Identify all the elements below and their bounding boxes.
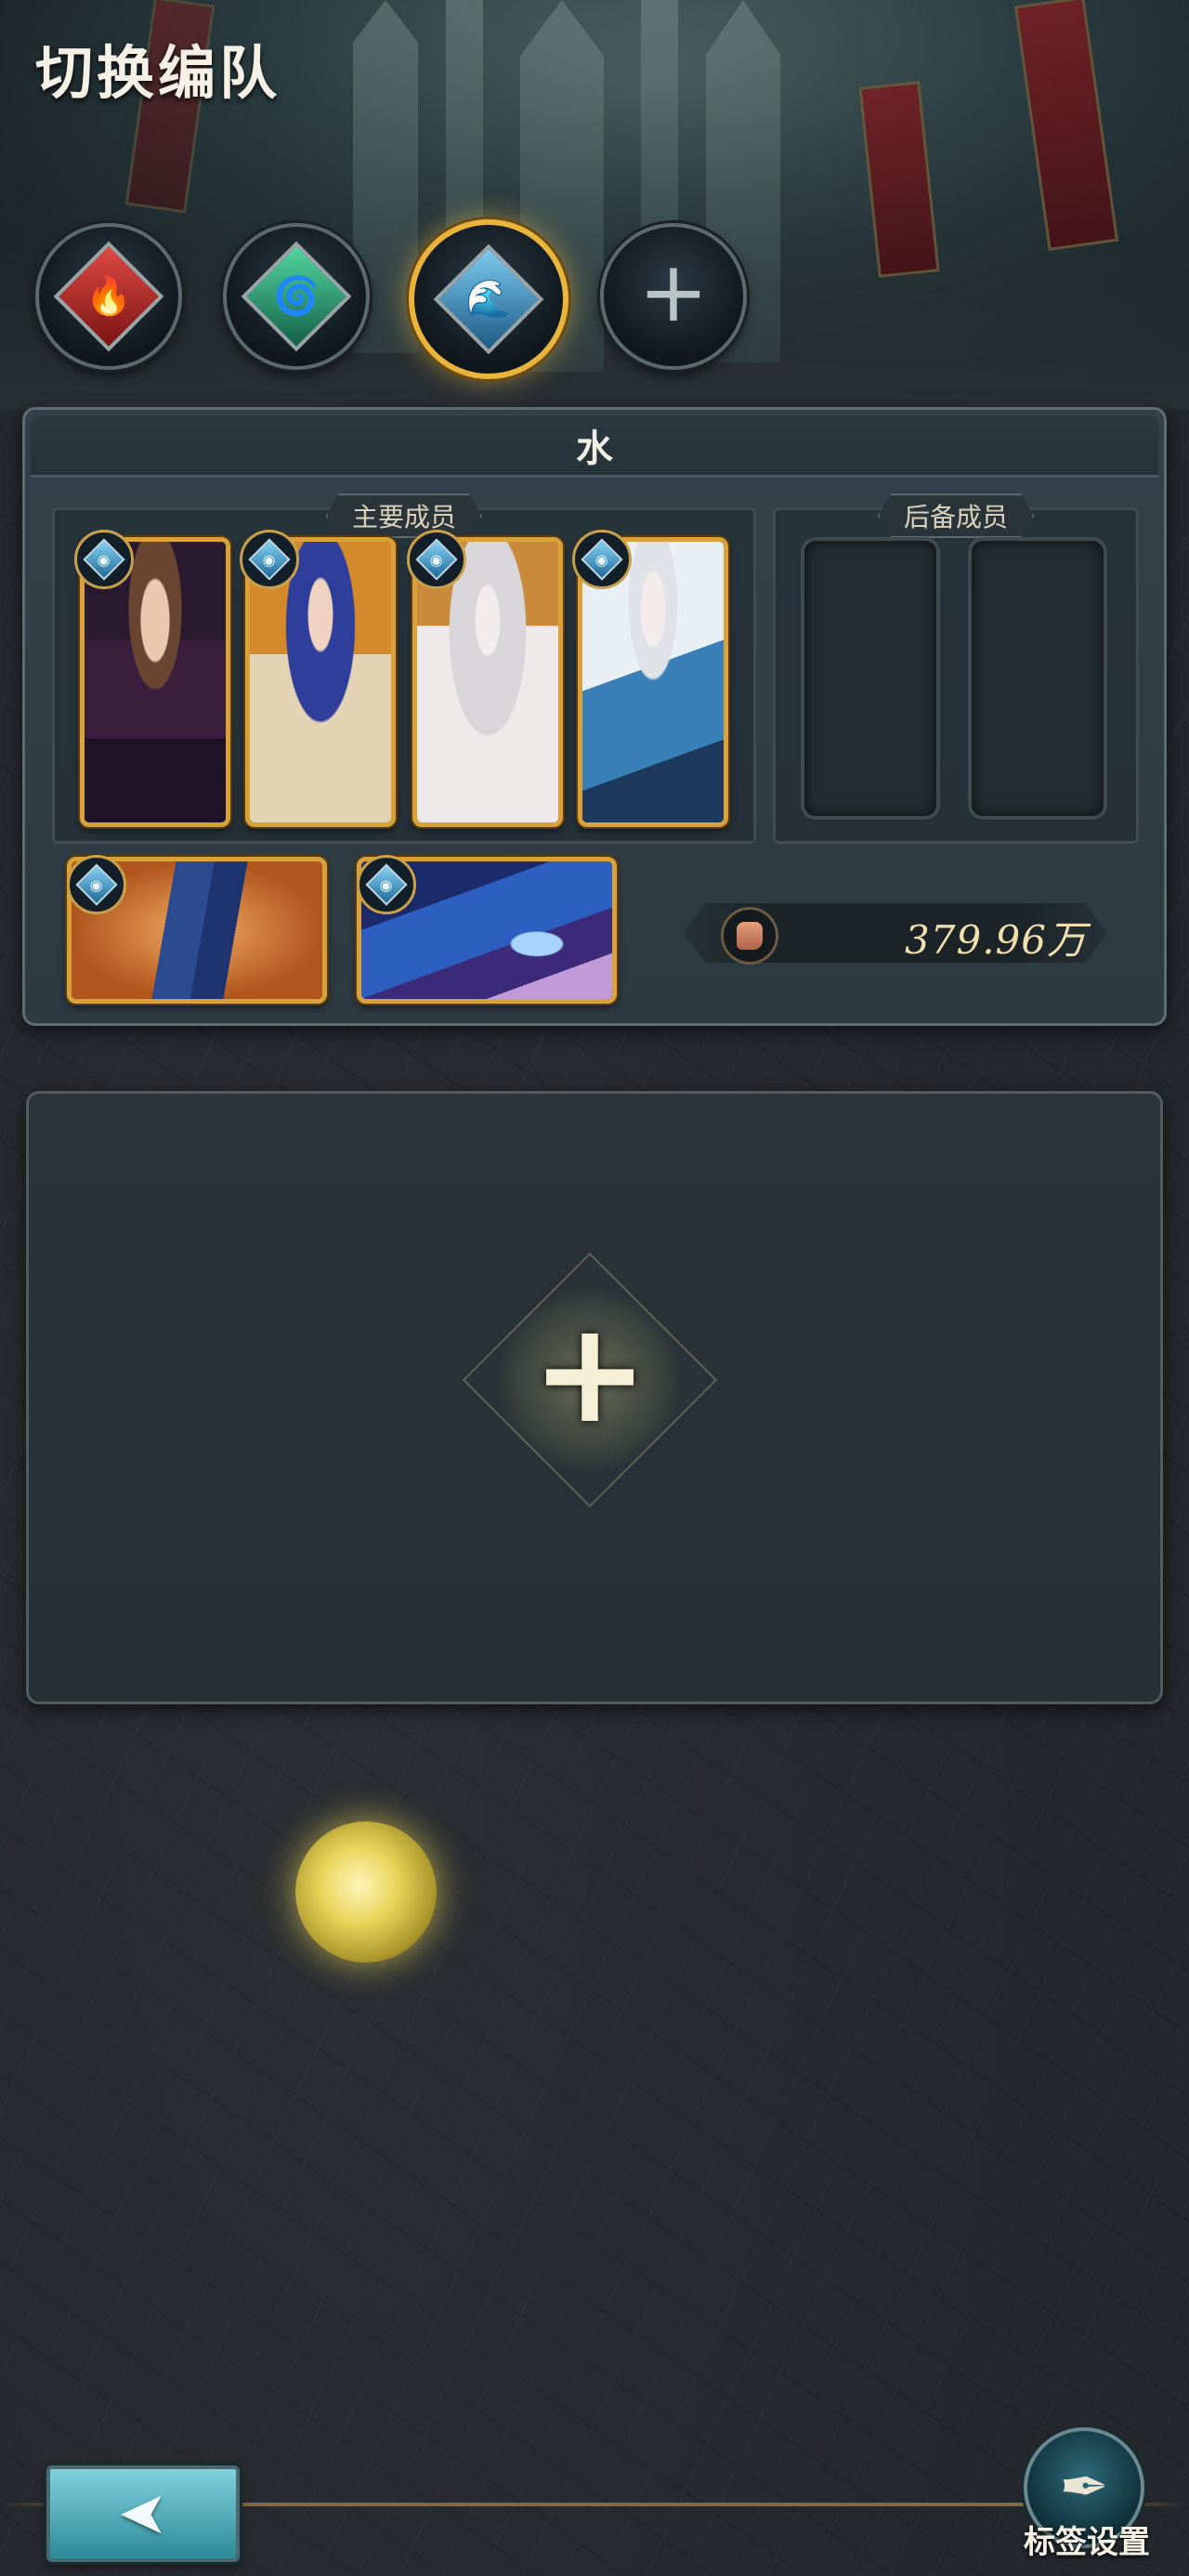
plus-icon: + <box>531 1293 648 1454</box>
fire-element-icon: 🔥 <box>53 241 164 352</box>
add-team-tab[interactable]: + <box>600 223 747 370</box>
water-element-icon: ◉ <box>67 855 126 914</box>
water-element-icon: 🌊 <box>433 243 544 355</box>
tag-settings-button[interactable]: ✒ 标签设置 <box>1020 2427 1150 2567</box>
water-element-icon: ◉ <box>240 530 299 589</box>
add-team-button[interactable]: + <box>462 1252 718 1508</box>
reserve-members-label: 后备成员 <box>878 493 1034 538</box>
tag-settings-label: 标签设置 <box>1024 2524 1150 2561</box>
reserve-slot-1[interactable] <box>801 537 940 820</box>
back-button[interactable]: ➤ <box>46 2465 240 2562</box>
team-tab-water[interactable]: 🌊 <box>409 219 568 379</box>
main-members-label: 主要成员 <box>326 493 482 538</box>
water-element-icon: ◉ <box>74 530 134 589</box>
water-element-icon: ◉ <box>407 530 466 589</box>
wind-element-icon: 🌀 <box>241 241 352 352</box>
reserve-slot-2[interactable] <box>968 537 1107 820</box>
glow-orb <box>295 1821 437 1963</box>
water-element-icon: ◉ <box>572 530 632 589</box>
plus-icon: + <box>638 243 709 341</box>
page-title: 切换编队 <box>35 39 281 107</box>
team-tab-fire[interactable]: 🔥 <box>35 223 182 370</box>
team-name[interactable]: 水 <box>31 415 1158 478</box>
team-tab-wind[interactable]: 🌀 <box>223 223 370 370</box>
back-arrow-icon: ➤ <box>118 2479 168 2548</box>
water-element-icon: ◉ <box>357 855 416 914</box>
fist-icon <box>721 907 778 965</box>
team-power-value: 379.96万 <box>905 917 1087 963</box>
